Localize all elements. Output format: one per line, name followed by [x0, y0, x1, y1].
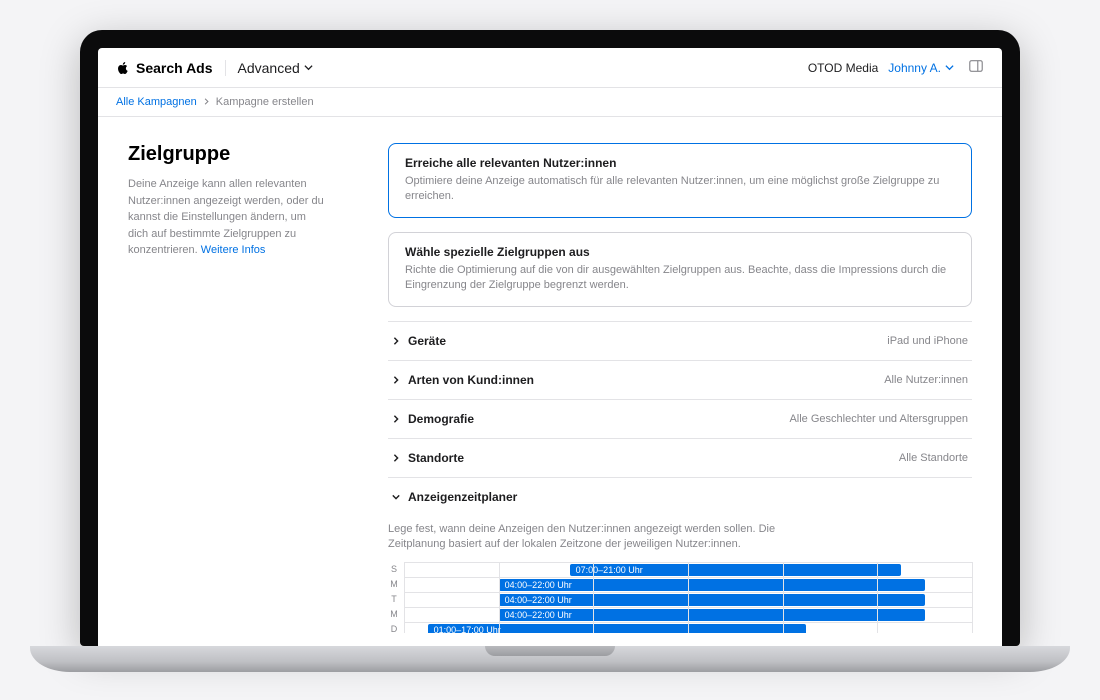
user-menu[interactable]: Johnny A.: [888, 61, 954, 75]
schedule-bar[interactable]: 07:00–21:00 Uhr: [570, 564, 901, 576]
schedule-track[interactable]: S07:00–21:00 Uhr: [404, 562, 972, 577]
chevron-right-icon: [392, 451, 400, 465]
chevron-right-icon: [203, 96, 210, 108]
schedule-bar[interactable]: 01:00–17:00 Uhr: [428, 624, 807, 633]
day-label: D: [388, 624, 400, 633]
camera-notch: [505, 34, 595, 46]
row-label: Geräte: [408, 334, 446, 348]
breadcrumb-root[interactable]: Alle Kampagnen: [116, 96, 197, 108]
row-locations[interactable]: Standorte Alle Standorte: [388, 438, 972, 477]
chevron-down-icon: [392, 490, 400, 504]
screen-bezel: Search Ads Advanced OTOD Media Johnny A.: [80, 30, 1020, 646]
row-value: Alle Standorte: [899, 452, 968, 464]
option-desc: Richte die Optimierung auf die von dir a…: [405, 263, 955, 294]
breadcrumb-current: Kampagne erstellen: [216, 96, 314, 108]
row-label: Arten von Kund:innen: [408, 373, 534, 387]
brand-text: Search Ads: [136, 60, 213, 76]
app-header: Search Ads Advanced OTOD Media Johnny A.: [98, 48, 1002, 88]
section-sidebar: Zielgruppe Deine Anzeige kann allen rele…: [128, 143, 328, 633]
schedule-track[interactable]: M04:00–22:00 Uhr: [404, 607, 972, 622]
mode-label: Advanced: [238, 60, 300, 76]
row-scheduler[interactable]: Anzeigenzeitplaner: [388, 477, 972, 516]
row-value: iPad und iPhone: [887, 335, 968, 347]
row-devices[interactable]: Geräte iPad und iPhone: [388, 321, 972, 360]
chevron-right-icon: [392, 412, 400, 426]
schedule-track[interactable]: M04:00–22:00 Uhr: [404, 577, 972, 592]
section-description: Deine Anzeige kann allen relevanten Nutz…: [128, 176, 328, 259]
scheduler-description: Lege fest, wann deine Anzeigen den Nutze…: [388, 522, 808, 553]
section-title: Zielgruppe: [128, 143, 328, 166]
schedule-track[interactable]: D01:00–17:00 Uhr: [404, 622, 972, 633]
row-label: Demografie: [408, 412, 474, 426]
day-label: T: [388, 594, 400, 604]
day-label: S: [388, 564, 400, 574]
panel-toggle-icon[interactable]: [968, 58, 984, 77]
row-value: Alle Nutzer:innen: [884, 374, 968, 386]
apple-logo-icon: [116, 61, 130, 75]
laptop-base: [30, 646, 1070, 672]
row-customer-types[interactable]: Arten von Kund:innen Alle Nutzer:innen: [388, 360, 972, 399]
day-label: M: [388, 609, 400, 619]
schedule-bar[interactable]: 04:00–22:00 Uhr: [499, 594, 925, 606]
account-name: OTOD Media: [808, 61, 878, 75]
chevron-down-icon: [945, 63, 954, 72]
schedule-grid[interactable]: S07:00–21:00 UhrM04:00–22:00 UhrT04:00–2…: [388, 562, 972, 633]
mode-switch[interactable]: Advanced: [225, 60, 313, 76]
chevron-down-icon: [304, 63, 313, 72]
row-label: Standorte: [408, 451, 464, 465]
row-value: Alle Geschlechter und Altersgruppen: [789, 413, 968, 425]
row-demographics[interactable]: Demografie Alle Geschlechter und Altersg…: [388, 399, 972, 438]
day-label: M: [388, 579, 400, 589]
page-body: Zielgruppe Deine Anzeige kann allen rele…: [98, 117, 1002, 633]
chevron-right-icon: [392, 373, 400, 387]
option-reach-all[interactable]: Erreiche alle relevanten Nutzer:innen Op…: [388, 143, 972, 218]
option-title: Wähle spezielle Zielgruppen aus: [405, 245, 955, 259]
option-specific-audiences[interactable]: Wähle spezielle Zielgruppen aus Richte d…: [388, 232, 972, 307]
brand: Search Ads: [116, 60, 213, 76]
row-label: Anzeigenzeitplaner: [408, 490, 517, 504]
schedule-bar[interactable]: 04:00–22:00 Uhr: [499, 609, 925, 621]
breadcrumb: Alle Kampagnen Kampagne erstellen: [98, 88, 1002, 117]
schedule-track[interactable]: T04:00–22:00 Uhr: [404, 592, 972, 607]
app-screen: Search Ads Advanced OTOD Media Johnny A.: [98, 48, 1002, 646]
user-name: Johnny A.: [888, 61, 941, 75]
laptop-mockup: Search Ads Advanced OTOD Media Johnny A.: [80, 30, 1020, 672]
schedule-bar[interactable]: 04:00–22:00 Uhr: [499, 579, 925, 591]
chevron-right-icon: [392, 334, 400, 348]
option-desc: Optimiere deine Anzeige automatisch für …: [405, 174, 955, 205]
main-column: Erreiche alle relevanten Nutzer:innen Op…: [388, 143, 972, 633]
option-title: Erreiche alle relevanten Nutzer:innen: [405, 156, 955, 170]
learn-more-link[interactable]: Weitere Infos: [201, 244, 266, 256]
